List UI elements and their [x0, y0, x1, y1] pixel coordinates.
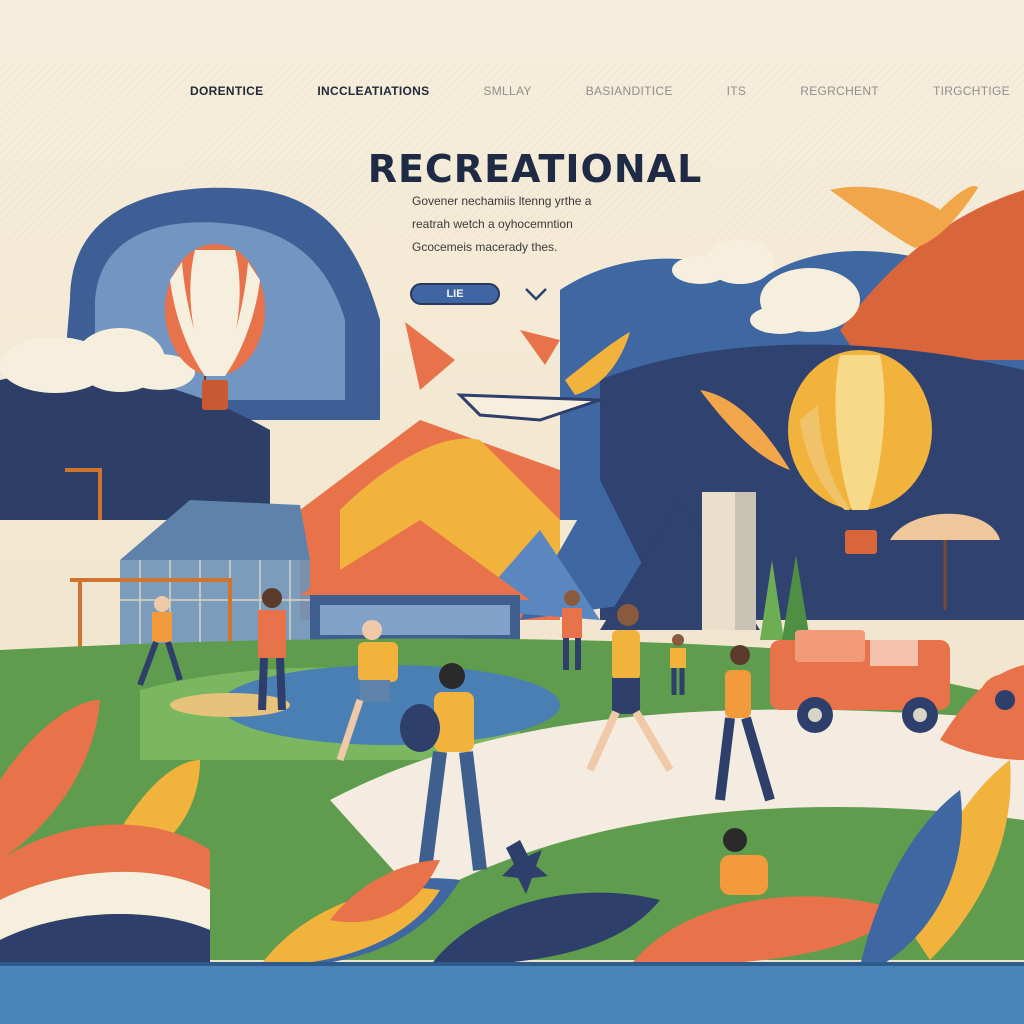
- origami-orange-1: [405, 322, 455, 390]
- hero-description-line: Gcocemeis macerady thes.: [412, 240, 558, 254]
- origami-orange-2: [520, 330, 560, 365]
- nav-item-tirgchtige[interactable]: TIRGCHTIGE: [933, 84, 1010, 98]
- hero-description: Govener nechamiis ltenng yrthe a reatrah…: [412, 190, 712, 259]
- hero-description-line: reatrah wetch a oyhocemntion: [412, 217, 573, 231]
- nav-item-its[interactable]: ITS: [727, 84, 747, 98]
- footer-bar: [0, 966, 1024, 1024]
- nav-item-dorentice[interactable]: DORENTICE: [190, 84, 263, 98]
- top-nav: DORENTICE INCCLEATIATIONS SMLLAY BASIAND…: [190, 82, 1010, 100]
- chevron-down-icon: [525, 288, 547, 301]
- nav-item-regrchent[interactable]: REGRCHENT: [800, 84, 879, 98]
- nav-item-incclestiations[interactable]: INCCLEATIATIONS: [317, 84, 429, 98]
- page-title: RECREATIONAL: [367, 147, 703, 192]
- page: DORENTICE INCCLEATIATIONS SMLLAY BASIAND…: [0, 0, 1024, 1024]
- nav-item-smllay[interactable]: SMLLAY: [483, 84, 531, 98]
- hero-description-line: Govener nechamiis ltenng yrthe a: [412, 194, 592, 208]
- cta-button[interactable]: LIE: [410, 283, 500, 305]
- nav-item-basianditice[interactable]: BASIANDITICE: [586, 84, 673, 98]
